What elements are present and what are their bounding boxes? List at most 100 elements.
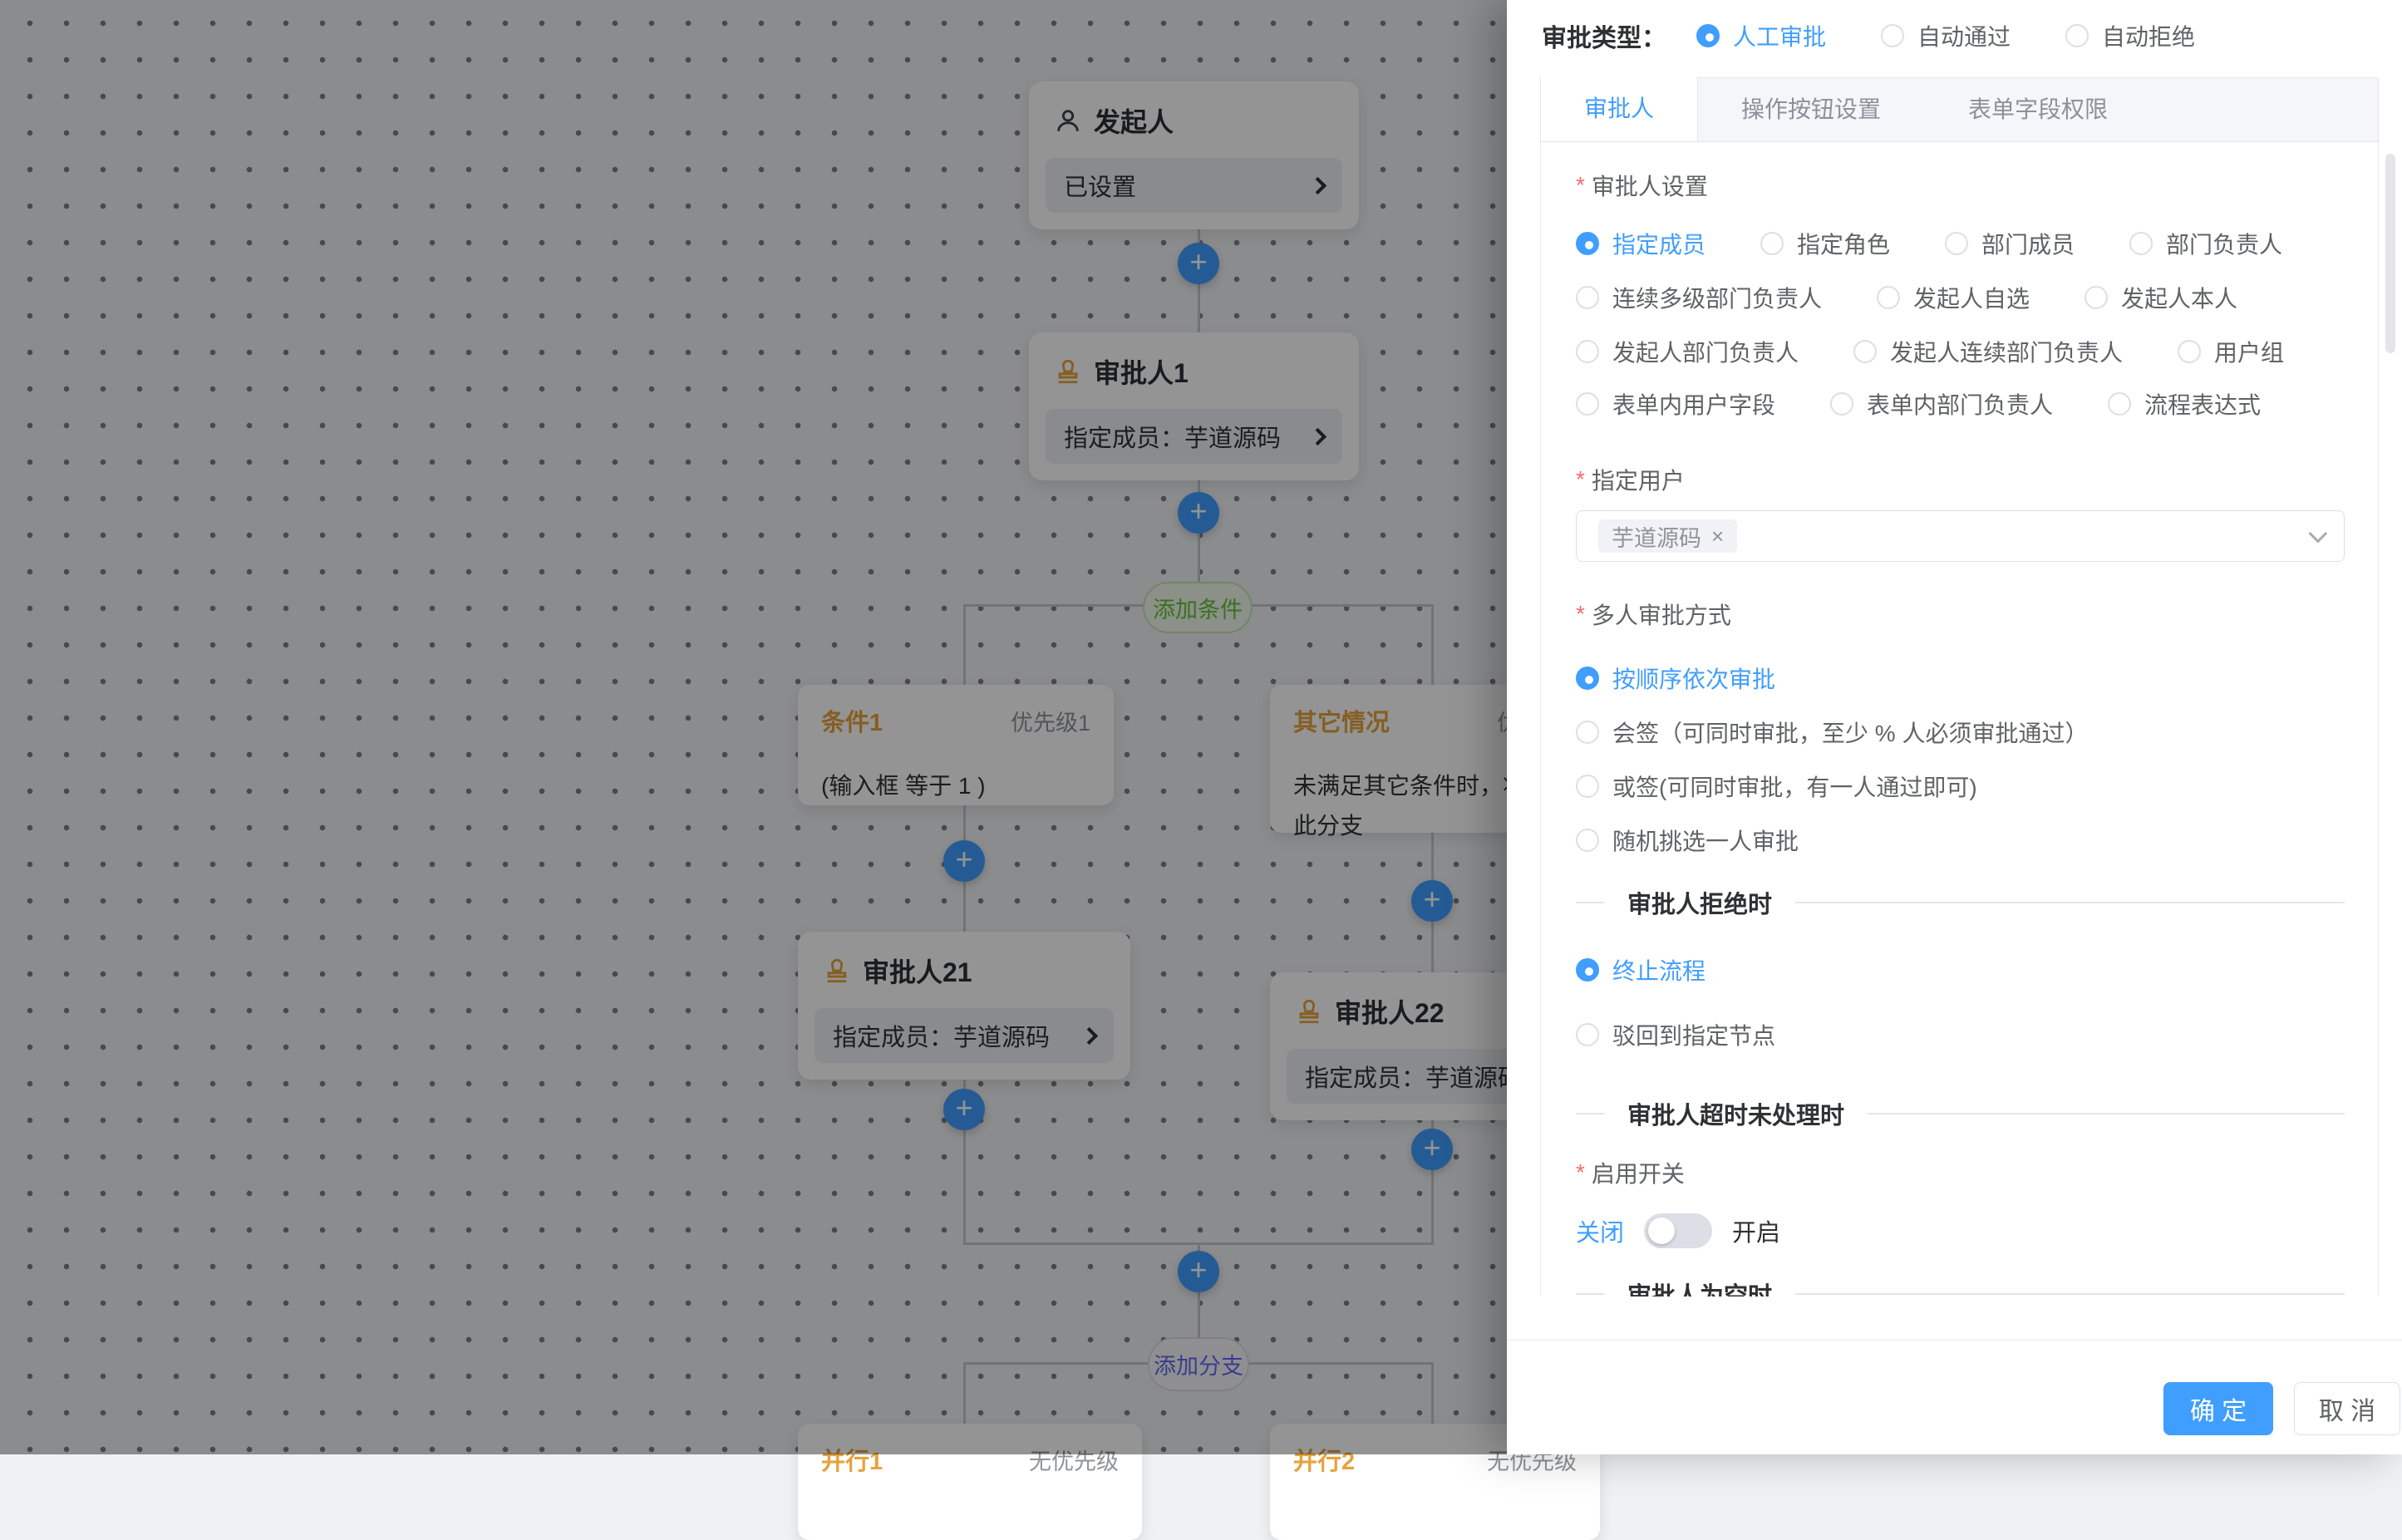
radio-icon	[1760, 232, 1784, 255]
approver-setting-row-3-option-0[interactable]: 发起人部门负责人	[1576, 335, 1799, 368]
radio-label: 发起人本人	[2121, 281, 2237, 314]
tag-close-icon[interactable]: ×	[1711, 525, 1724, 547]
required-mark: *	[1576, 1159, 1585, 1186]
radio-label: 随机挑选一人审批	[1612, 824, 1799, 857]
radio-label: 用户组	[2214, 335, 2284, 368]
approver-setting-row-2-option-2[interactable]: 发起人本人	[2085, 281, 2237, 314]
radio-icon	[1576, 721, 1599, 744]
enable-switch-label: * 启用开关	[1576, 1153, 2345, 1193]
radio-icon	[1877, 286, 1900, 309]
approval-type-row: 审批类型： 人工审批 自动通过 自动拒绝	[1542, 10, 2250, 62]
radio-label: 流程表达式	[2144, 387, 2261, 421]
required-mark: *	[1576, 466, 1585, 493]
approver-setting-label: * 审批人设置	[1576, 165, 2345, 205]
radio-icon	[1830, 392, 1853, 416]
radio-icon	[2129, 232, 2153, 255]
radio-icon	[1576, 667, 1599, 690]
multi-mode-radio-group-option-3[interactable]: 随机挑选一人审批	[1576, 813, 1799, 867]
approver-setting-row-4-option-2[interactable]: 流程表达式	[2108, 387, 2261, 421]
divider-line	[1868, 1113, 2345, 1114]
reject-radio-group-option-0[interactable]: 终止流程	[1576, 937, 1706, 1002]
divider-line	[1576, 902, 1604, 903]
approver-setting-row-4-option-0[interactable]: 表单内用户字段	[1576, 387, 1775, 421]
radio-label: 表单内用户字段	[1612, 387, 1775, 421]
cancel-button[interactable]: 取 消	[2294, 1382, 2400, 1435]
tab-bar: 审批人 操作按钮设置 表单字段权限	[1540, 77, 2379, 142]
radio-label: 自动拒绝	[2102, 19, 2195, 52]
multi-mode-radio-group: 按顺序依次审批会签（可同时审批，至少 % 人必须审批通过） 或签(可同时审批，有一…	[1576, 651, 2345, 867]
assign-user-select[interactable]: 芋道源码 ×	[1576, 510, 2345, 562]
tab-content-pane[interactable]: * 审批人设置 指定成员 指定角色 部门成员 部门负责人 连续多级部门负责人 发起人自选…	[1540, 142, 2379, 1296]
approver-setting-row-1-option-3[interactable]: 部门负责人	[2129, 227, 2282, 260]
radio-label: 自动通过	[1917, 19, 2011, 52]
approver-setting-row-3: 发起人部门负责人 发起人连续部门负责人 用户组	[1576, 332, 2345, 371]
radio-icon	[1576, 829, 1599, 852]
radio-icon	[1696, 24, 1720, 47]
approval-type-radio-group-option-0[interactable]: 人工审批	[1696, 19, 1826, 52]
empty-section-title: 审批人为空时	[1604, 1277, 1795, 1296]
radio-icon	[2065, 24, 2089, 47]
user-tag: 芋道源码 ×	[1598, 519, 1737, 553]
divider-line	[1576, 1113, 1604, 1114]
approval-type-radio-group-option-1[interactable]: 自动通过	[1881, 19, 2011, 52]
divider-line	[1795, 1293, 2345, 1295]
radio-icon	[1576, 775, 1599, 798]
radio-label: 连续多级部门负责人	[1612, 281, 1822, 314]
radio-icon	[2108, 392, 2131, 416]
required-mark: *	[1576, 601, 1585, 627]
timeout-switch-row: 关闭 开启	[1576, 1211, 2345, 1251]
radio-label: 终止流程	[1612, 953, 1706, 986]
radio-icon	[1576, 286, 1599, 309]
tab-approver[interactable]: 审批人	[1541, 77, 1698, 141]
approver-setting-row-2-option-1[interactable]: 发起人自选	[1877, 281, 2030, 314]
timeout-enable-switch[interactable]	[1644, 1213, 1712, 1248]
approval-type-radio-group: 人工审批 自动通过 自动拒绝	[1696, 19, 2250, 52]
scrollbar-thumb[interactable]	[2385, 154, 2395, 353]
panel-footer: 确 定 取 消	[1507, 1340, 2402, 1454]
divider-line	[1795, 902, 2345, 903]
label-text: 启用开关	[1592, 1156, 1685, 1189]
radio-label: 发起人自选	[1913, 281, 2030, 314]
tab-form-field-permission[interactable]: 表单字段权限	[1925, 78, 2152, 141]
approval-type-radio-group-option-2[interactable]: 自动拒绝	[2065, 19, 2195, 52]
approver-setting-row-1: 指定成员 指定角色 部门成员 部门负责人	[1576, 224, 2345, 263]
timeout-section-divider: 审批人超时未处理时	[1576, 1094, 2345, 1134]
radio-icon	[1576, 340, 1599, 363]
radio-icon	[1853, 340, 1877, 363]
approver-setting-row-2-option-0[interactable]: 连续多级部门负责人	[1576, 281, 1822, 314]
switch-off-label: 关闭	[1576, 1213, 1624, 1248]
divider-line	[1576, 1293, 1604, 1295]
radio-label: 部门成员	[1981, 227, 2075, 260]
required-mark: *	[1576, 172, 1585, 199]
confirm-button[interactable]: 确 定	[2163, 1382, 2273, 1435]
radio-label: 表单内部门负责人	[1867, 387, 2053, 421]
empty-section-divider: 审批人为空时	[1576, 1274, 2345, 1296]
radio-icon	[1576, 392, 1599, 416]
timeout-section-title: 审批人超时未处理时	[1604, 1096, 1868, 1131]
radio-label: 指定角色	[1797, 227, 1890, 260]
radio-icon	[1576, 958, 1599, 982]
radio-label: 指定成员	[1612, 227, 1706, 260]
label-text: 多人审批方式	[1592, 598, 1731, 631]
approver-setting-row-4: 表单内用户字段 表单内部门负责人 流程表达式	[1576, 384, 2345, 424]
approver-setting-row-3-option-2[interactable]: 用户组	[2178, 335, 2284, 368]
multi-mode-radio-group-option-0[interactable]: 按顺序依次审批	[1576, 651, 1775, 705]
approver-setting-row-3-option-1[interactable]: 发起人连续部门负责人	[1853, 335, 2123, 368]
multi-mode-radio-group-option-1[interactable]: 会签（可同时审批，至少 % 人必须审批通过）	[1576, 705, 2088, 759]
approval-type-label: 审批类型：	[1542, 17, 1666, 54]
user-tag-text: 芋道源码	[1612, 520, 1701, 553]
radio-icon	[1945, 232, 1968, 255]
label-text: 审批人设置	[1592, 169, 1708, 202]
reject-radio-group-option-1[interactable]: 驳回到指定节点	[1576, 1002, 1775, 1067]
approver-setting-row-1-option-1[interactable]: 指定角色	[1760, 227, 1890, 260]
radio-label: 驳回到指定节点	[1612, 1018, 1775, 1051]
approver-setting-row-4-option-1[interactable]: 表单内部门负责人	[1830, 387, 2053, 421]
multi-mode-radio-group-option-2[interactable]: 或签(可同时审批，有一人通过即可)	[1576, 759, 1977, 813]
radio-label: 或签(可同时审批，有一人通过即可)	[1612, 770, 1977, 803]
radio-label: 人工审批	[1733, 19, 1826, 52]
approver-setting-row-1-option-0[interactable]: 指定成员	[1576, 227, 1706, 260]
radio-label: 部门负责人	[2166, 227, 2282, 260]
approver-setting-row-1-option-2[interactable]: 部门成员	[1945, 227, 2075, 260]
tab-action-buttons[interactable]: 操作按钮设置	[1698, 78, 1925, 141]
reject-section-title: 审批人拒绝时	[1604, 885, 1795, 920]
